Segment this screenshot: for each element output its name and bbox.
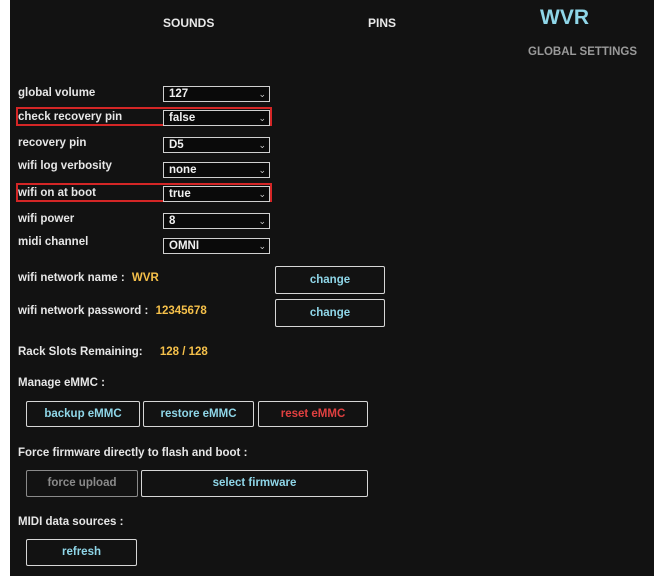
tab-sounds[interactable]: SOUNDS bbox=[163, 16, 214, 30]
midi-sources-heading: MIDI data sources : bbox=[18, 516, 124, 528]
wifi-power-select[interactable]: 8 ⌄ bbox=[163, 213, 270, 229]
wifi-password-row: wifi network password : 12345678 bbox=[18, 305, 207, 317]
rack-slots-label: Rack Slots Remaining: bbox=[18, 346, 143, 358]
app-logo[interactable]: WVR bbox=[540, 6, 589, 30]
chevron-down-icon: ⌄ bbox=[258, 241, 266, 251]
chevron-down-icon: ⌄ bbox=[258, 140, 266, 150]
global-volume-select[interactable]: 127 ⌄ bbox=[163, 86, 270, 102]
wifi-log-verbosity-select[interactable]: none ⌄ bbox=[163, 162, 270, 178]
select-value: true bbox=[169, 188, 191, 200]
manage-emmc-heading: Manage eMMC : bbox=[18, 377, 105, 389]
restore-emmc-button[interactable]: restore eMMC bbox=[143, 401, 254, 427]
tab-pins[interactable]: PINS bbox=[368, 16, 396, 30]
setting-label-midi-channel: midi channel bbox=[18, 236, 89, 248]
reset-emmc-button[interactable]: reset eMMC bbox=[258, 401, 368, 427]
check-recovery-pin-select[interactable]: false ⌄ bbox=[163, 110, 270, 126]
top-nav: SOUNDS PINS WVR GLOBAL SETTINGS bbox=[10, 0, 654, 70]
setting-label-wifi-power: wifi power bbox=[18, 213, 75, 225]
backup-emmc-button[interactable]: backup eMMC bbox=[26, 401, 140, 427]
rack-slots-value: 128 / 128 bbox=[159, 346, 208, 358]
settings-panel: SOUNDS PINS WVR GLOBAL SETTINGS global v… bbox=[10, 0, 654, 576]
wifi-password-label: wifi network password : bbox=[18, 305, 149, 317]
chevron-down-icon: ⌄ bbox=[258, 189, 266, 199]
select-value: OMNI bbox=[169, 240, 200, 252]
select-value: D5 bbox=[169, 139, 184, 151]
refresh-button[interactable]: refresh bbox=[26, 539, 137, 566]
chevron-down-icon: ⌄ bbox=[258, 165, 266, 175]
setting-label-recovery-pin: recovery pin bbox=[18, 137, 87, 149]
midi-channel-select[interactable]: OMNI ⌄ bbox=[163, 238, 270, 254]
select-value: false bbox=[169, 112, 196, 124]
change-wifi-name-button[interactable]: change bbox=[275, 266, 385, 294]
rack-slots-row: Rack Slots Remaining: 128 / 128 bbox=[18, 346, 208, 358]
select-firmware-button[interactable]: select firmware bbox=[141, 470, 368, 497]
tab-global-settings[interactable]: GLOBAL SETTINGS bbox=[528, 46, 637, 58]
chevron-down-icon: ⌄ bbox=[258, 113, 266, 123]
select-value: none bbox=[169, 164, 197, 176]
wifi-password-value: 12345678 bbox=[155, 305, 207, 317]
setting-label-global-volume: global volume bbox=[18, 87, 96, 99]
wifi-name-label: wifi network name : bbox=[18, 272, 125, 284]
wifi-name-value: WVR bbox=[131, 272, 159, 284]
wifi-name-row: wifi network name : WVR bbox=[18, 272, 159, 284]
select-value: 127 bbox=[169, 88, 189, 100]
change-wifi-password-button[interactable]: change bbox=[275, 299, 385, 327]
setting-label-wifi-log-verbosity: wifi log verbosity bbox=[18, 160, 112, 172]
setting-label-wifi-on-at-boot: wifi on at boot bbox=[18, 187, 96, 199]
chevron-down-icon: ⌄ bbox=[258, 89, 266, 99]
setting-label-check-recovery-pin: check recovery pin bbox=[18, 111, 123, 123]
force-upload-button[interactable]: force upload bbox=[26, 470, 138, 497]
wifi-on-at-boot-select[interactable]: true ⌄ bbox=[163, 186, 270, 202]
select-value: 8 bbox=[169, 215, 176, 227]
firmware-heading: Force firmware directly to flash and boo… bbox=[18, 447, 248, 459]
chevron-down-icon: ⌄ bbox=[258, 216, 266, 226]
recovery-pin-select[interactable]: D5 ⌄ bbox=[163, 137, 270, 153]
